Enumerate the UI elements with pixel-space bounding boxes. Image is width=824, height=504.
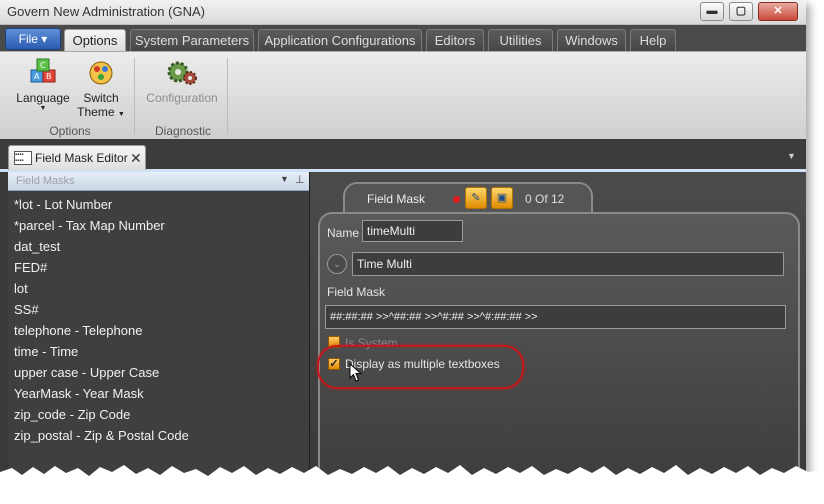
ribbon-separator bbox=[134, 58, 135, 134]
minimize-button[interactable]: ▬ bbox=[700, 2, 724, 21]
menu-bar: File ▾ Options System Parameters Applica… bbox=[0, 25, 806, 51]
mouse-cursor-icon bbox=[349, 363, 363, 382]
list-item[interactable]: telephone - Telephone bbox=[8, 320, 308, 341]
maximize-button[interactable]: ▢ bbox=[729, 2, 753, 21]
list-item[interactable]: *lot - Lot Number bbox=[8, 194, 308, 215]
list-item[interactable]: FED# bbox=[8, 257, 308, 278]
configuration-label: Configuration bbox=[146, 91, 218, 105]
list-item[interactable]: upper case - Upper Case bbox=[8, 362, 308, 383]
abc-blocks-icon: C A B bbox=[30, 58, 56, 83]
switch-theme-label-line1: Switch bbox=[83, 91, 119, 105]
ribbon-separator bbox=[227, 58, 228, 134]
configuration-button[interactable]: Configuration bbox=[142, 58, 222, 105]
document-tab-strip: ▪▪▪▪ ▪▪▪▪ Field Mask Editor ✕ ▼ bbox=[0, 139, 806, 172]
window-title: Govern New Administration (GNA) bbox=[7, 4, 205, 19]
ribbon-group-options-label: Options bbox=[49, 124, 91, 138]
list-item[interactable]: dat_test bbox=[8, 236, 308, 257]
list-item[interactable]: YearMask - Year Mask bbox=[8, 383, 308, 404]
name-field[interactable]: timeMulti bbox=[362, 220, 463, 242]
list-item[interactable]: *parcel - Tax Map Number bbox=[8, 215, 308, 236]
tab-application-configurations[interactable]: Application Configurations bbox=[258, 29, 422, 51]
panel-dropdown-icon[interactable]: ▼ bbox=[280, 174, 289, 184]
app-window: Govern New Administration (GNA) ▬ ▢ ✕ Fi… bbox=[0, 0, 806, 486]
list-panel-header-label: Field Masks bbox=[16, 175, 75, 187]
tab-windows[interactable]: Windows bbox=[557, 29, 626, 51]
tab-strip-dropdown-icon[interactable]: ▼ bbox=[787, 151, 796, 161]
list-item[interactable]: lot bbox=[8, 278, 308, 299]
field-mask-input[interactable]: ##:##:## >>^##:## >>^#:## >>^#:##:## >> bbox=[325, 305, 786, 329]
gears-icon bbox=[167, 61, 197, 85]
tab-options[interactable]: Options bbox=[64, 29, 126, 51]
field-mask-label: Field Mask bbox=[327, 285, 386, 299]
doc-tab-close-icon[interactable]: ✕ bbox=[130, 147, 142, 169]
title-bar: Govern New Administration (GNA) ▬ ▢ ✕ bbox=[0, 0, 806, 25]
language-label: Language bbox=[16, 91, 70, 105]
tab-utilities[interactable]: Utilities bbox=[488, 29, 553, 51]
tab-system-parameters[interactable]: System Parameters bbox=[130, 29, 254, 51]
doc-tab-label: Field Mask Editor bbox=[35, 151, 128, 165]
svg-text:B: B bbox=[46, 72, 52, 81]
list-panel-header: Field Masks ▼ ⊥ bbox=[8, 172, 309, 191]
name-label: Name bbox=[327, 226, 360, 240]
field-mask-list: *lot - Lot Number *parcel - Tax Map Numb… bbox=[8, 194, 308, 446]
pin-icon[interactable]: ⊥ bbox=[295, 173, 305, 186]
list-item[interactable]: zip_code - Zip Code bbox=[8, 404, 308, 425]
switch-theme-button[interactable]: Switch Theme ▼ bbox=[76, 58, 126, 119]
minimize-icon: ▬ bbox=[706, 5, 718, 17]
field-mask-editor-panel: Field Mask ✎ ▣ 0 Of 12 Name timeMulti ⌄ … bbox=[310, 172, 806, 486]
description-field[interactable]: Time Multi bbox=[352, 252, 784, 276]
edit-record-icon[interactable]: ✎ bbox=[465, 187, 487, 209]
field-mask-doc-icon: ▪▪▪▪ ▪▪▪▪ bbox=[14, 151, 32, 165]
tab-help[interactable]: Help bbox=[630, 29, 676, 51]
dropdown-arrow-icon: ▼ bbox=[117, 111, 125, 118]
field-mask-header-title: Field Mask bbox=[367, 192, 426, 206]
close-icon: ✕ bbox=[773, 5, 783, 17]
close-window-button[interactable]: ✕ bbox=[758, 2, 798, 21]
expand-circle-icon[interactable]: ⌄ bbox=[327, 254, 347, 274]
ribbon: C A B Language ▼ Switch Theme ▼ Configur… bbox=[0, 51, 806, 140]
field-mask-list-panel: Field Masks ▼ ⊥ *lot - Lot Number *parce… bbox=[8, 172, 310, 486]
ribbon-group-diagnostic-label: Diagnostic bbox=[154, 124, 212, 138]
list-item[interactable]: time - Time bbox=[8, 341, 308, 362]
svg-text:A: A bbox=[34, 72, 40, 81]
theme-palette-icon bbox=[89, 61, 113, 85]
list-item[interactable]: SS# bbox=[8, 299, 308, 320]
dropdown-arrow-icon: ▼ bbox=[39, 105, 47, 112]
switch-theme-label-line2: Theme ▼ bbox=[77, 105, 125, 119]
list-item[interactable]: zip_postal - Zip & Postal Code bbox=[8, 425, 308, 446]
torn-edge-decoration bbox=[0, 465, 824, 504]
language-button[interactable]: C A B Language ▼ bbox=[14, 58, 72, 113]
save-record-icon[interactable]: ▣ bbox=[491, 187, 513, 209]
tab-editors[interactable]: Editors bbox=[426, 29, 484, 51]
file-menu-button[interactable]: File ▾ bbox=[5, 28, 61, 50]
record-counter: 0 Of 12 bbox=[525, 192, 565, 206]
doc-tab-field-mask-editor[interactable]: ▪▪▪▪ ▪▪▪▪ Field Mask Editor ✕ bbox=[8, 145, 146, 170]
unsaved-indicator-icon bbox=[453, 196, 460, 203]
maximize-icon: ▢ bbox=[735, 5, 747, 17]
svg-text:C: C bbox=[40, 61, 46, 70]
